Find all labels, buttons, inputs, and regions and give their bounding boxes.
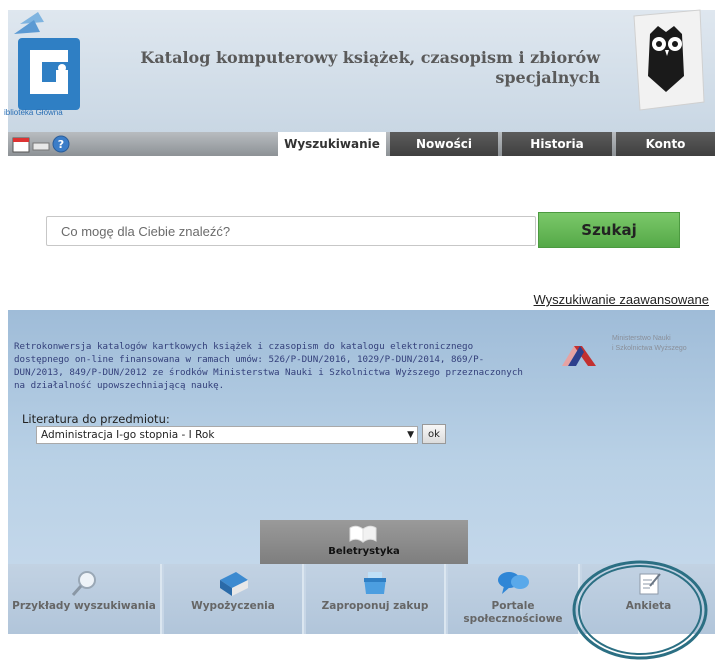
open-book-icon [349,525,377,543]
ministry-line2: i Szkolnictwa Wyższego [612,345,687,352]
search-input[interactable] [46,216,536,246]
cart-icon [364,572,386,594]
search-button[interactable]: Szukaj [538,212,680,248]
search-area: Szukaj Wyszukiwanie zaawansowane [8,156,715,310]
calendar-icon[interactable] [12,135,30,153]
tile-label: Zaproponuj zakup [321,600,429,612]
book-icon [220,572,248,596]
literature-label: Literatura do przedmiotu: [22,412,170,426]
tab-nowosci[interactable]: Nowości [390,132,498,156]
course-select[interactable]: Administracja I-go stopnia - I Rok ▼ [36,426,418,444]
tile-label: Przykłady wyszukiwania [12,600,156,612]
svg-text:?: ? [58,138,64,151]
tile-search-examples[interactable]: Przykłady wyszukiwania [8,564,162,634]
tab-bar: ? Wyszukiwanie Nowości Historia Konto [8,132,715,158]
site-title-line1: Katalog komputerowy książek, czasopism i… [140,48,600,67]
bottom-toolbar: Przykłady wyszukiwania Wypożyczenia Zapr… [8,564,715,634]
page-header: iblioteka Główna Katalog komputerowy ksi… [0,0,715,140]
ok-button[interactable]: ok [422,424,446,444]
help-icon[interactable]: ? [52,135,70,153]
ministry-name: Ministerstwo Nauki i Szkolnictwa Wyższeg… [612,334,712,354]
survey-icon [639,573,661,595]
minimize-icon[interactable] [32,135,50,153]
fiction-tile[interactable]: Beletrystyka [260,520,468,564]
owl-icon [633,9,705,111]
ministry-logo [562,346,596,366]
site-title-line2: specjalnych [495,68,600,87]
tab-wyszukiwanie[interactable]: Wyszukiwanie [278,132,386,158]
tile-label: Wypożyczenia [191,600,275,612]
tile-suggest-purchase[interactable]: Zaproponuj zakup [306,564,446,634]
tile-label: Ankieta [625,600,672,612]
tile-label: Portale społecznościowe [463,600,563,625]
tab-historia[interactable]: Historia [502,132,612,156]
tile-survey[interactable]: Ankieta [582,564,715,634]
course-select-value: Administracja I-go stopnia - I Rok [41,429,215,441]
dropdown-arrow-icon: ▼ [407,430,414,440]
tile-loans[interactable]: Wypożyczenia [164,564,304,634]
logo-caption: iblioteka Główna [4,108,63,117]
tile-social-portals[interactable]: Portale społecznościowe [448,564,580,634]
magnifier-icon [71,571,96,596]
fiction-label: Beletrystyka [328,546,400,557]
tab-konto[interactable]: Konto [616,132,715,156]
ministry-line1: Ministerstwo Nauki [612,335,671,342]
site-title: Katalog komputerowy książek, czasopism i… [140,48,600,88]
advanced-search-link[interactable]: Wyszukiwanie zaawansowane [534,292,709,307]
funding-notice: Retrokonwersja katalogów kartkowych ksią… [14,341,523,391]
speech-bubbles-icon [498,572,529,594]
